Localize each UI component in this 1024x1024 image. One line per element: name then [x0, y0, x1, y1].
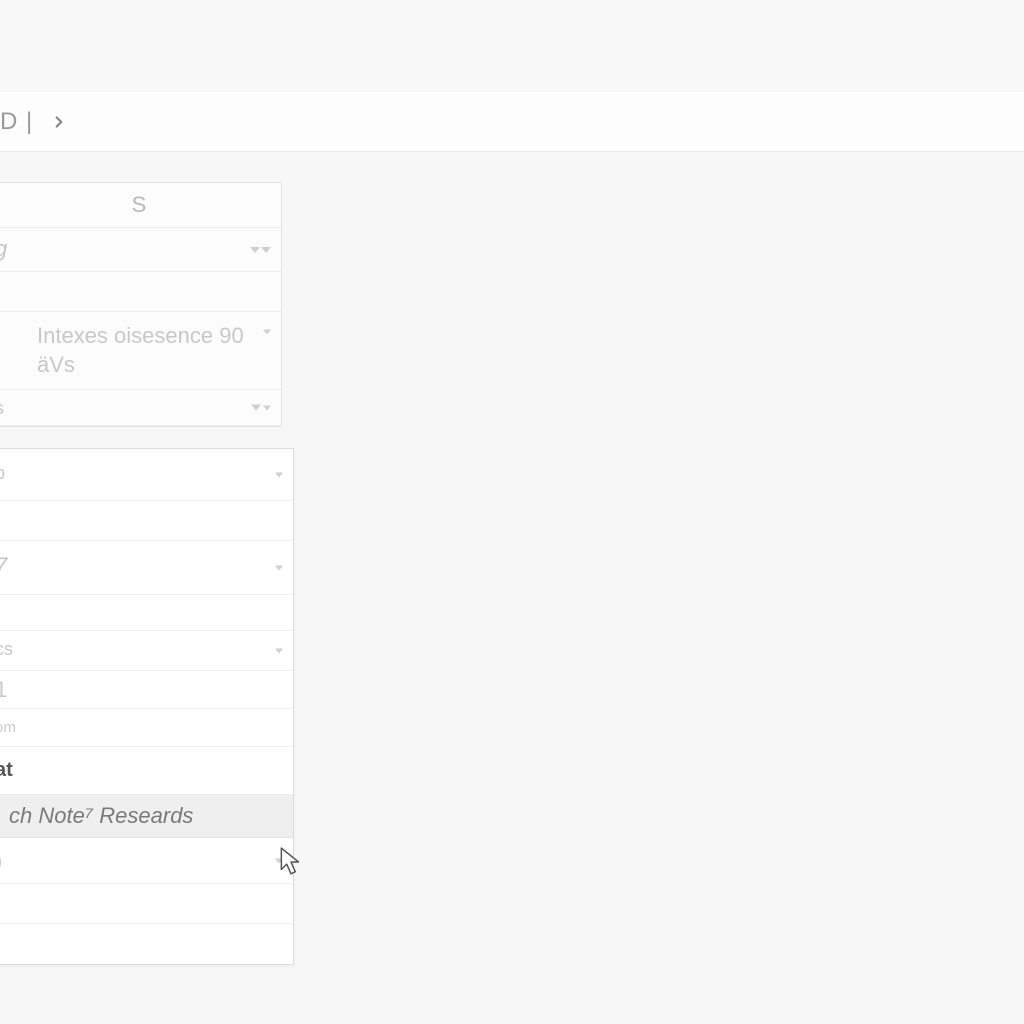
cell-row-spacer-b[interactable] — [0, 595, 293, 631]
breadcrumb-row: D | — [0, 92, 1024, 152]
dropdown-caret-icon[interactable] — [275, 858, 283, 863]
row-label-4: 7 — [0, 553, 7, 579]
top-header-spacer — [0, 0, 1024, 93]
row-label-5: cs — [0, 639, 13, 660]
cell-intexes[interactable]: Intexes oisesence 90 äVs — [0, 312, 281, 390]
row-label-8: at — [0, 759, 13, 782]
breadcrumb-fragment: D | — [0, 108, 33, 136]
cell-row-6[interactable]: 1 — [0, 671, 293, 709]
column-header-label: S — [132, 192, 147, 218]
dropdown-caret-icon[interactable] — [275, 648, 283, 653]
left-panel-overlay: p 7 cs 1 om at ch Note⁷ Researds ) — [0, 448, 294, 965]
cell-row-spacer-a[interactable] — [0, 501, 293, 541]
cell-row-4[interactable]: 7 — [0, 541, 293, 595]
row-label-2: s — [0, 398, 4, 419]
row-label-7: om — [0, 719, 16, 736]
row-label-0: g — [0, 236, 7, 262]
row-label-6: 1 — [0, 677, 7, 703]
left-panel-upper: S g Intexes oisesence 90 äVs s — [0, 182, 282, 427]
cell-row-11[interactable] — [0, 884, 293, 924]
cell-row-12[interactable] — [0, 924, 293, 964]
dropdown-caret-icon[interactable] — [275, 565, 283, 570]
breadcrumb-next-button[interactable] — [45, 108, 73, 136]
hover-row-research-note[interactable]: ch Note⁷ Researds — [0, 795, 293, 838]
cell-row-8[interactable]: at — [0, 747, 293, 795]
dropdown-caret-icon[interactable] — [263, 405, 271, 410]
cell-row-1[interactable] — [0, 272, 281, 312]
column-header[interactable]: S — [0, 183, 281, 228]
cell-row-2[interactable]: s — [0, 390, 281, 426]
cell-row-10[interactable]: ) — [0, 838, 293, 884]
dropdown-caret-icon[interactable] — [261, 247, 271, 253]
hover-row-label: ch Note⁷ Researds — [9, 803, 193, 828]
row-label-10: ) — [0, 848, 2, 874]
cell-row-0[interactable]: g — [0, 228, 281, 272]
cell-row-7[interactable]: om — [0, 709, 293, 747]
dropdown-caret-icon[interactable] — [263, 330, 271, 335]
main-content-area: S g Intexes oisesence 90 äVs s p 7 — [0, 152, 1024, 1024]
row-label-3: p — [0, 463, 5, 484]
cell-intexes-text: Intexes oisesence 90 äVs — [37, 322, 271, 379]
cell-row-3[interactable]: p — [0, 449, 293, 501]
cell-row-5[interactable]: cs — [0, 631, 293, 671]
dropdown-caret-icon[interactable] — [275, 472, 283, 477]
chevron-right-icon — [50, 113, 68, 131]
